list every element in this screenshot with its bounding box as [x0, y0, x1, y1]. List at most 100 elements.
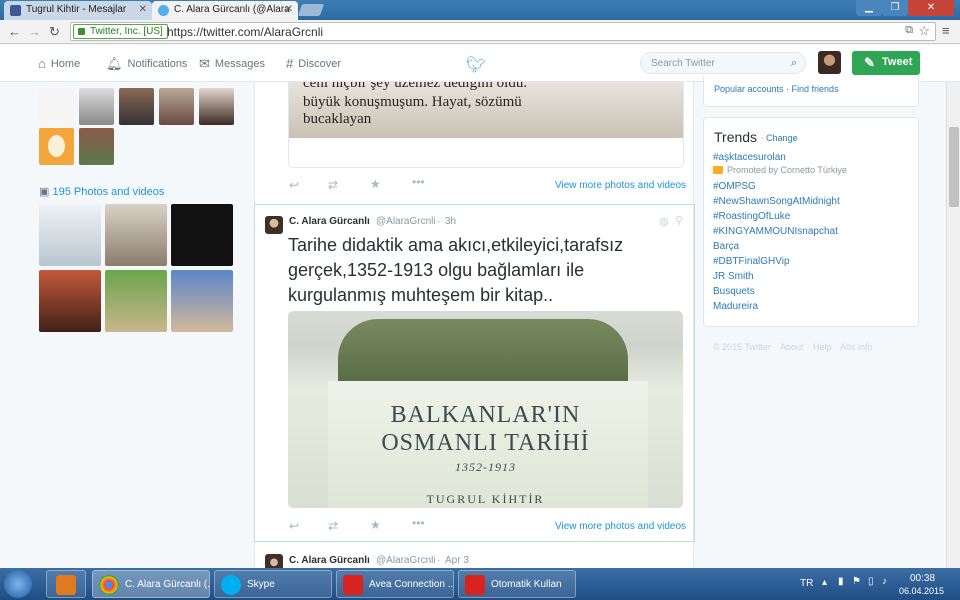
favorite-star-icon[interactable]: ★ — [370, 518, 381, 532]
search-input[interactable]: Search Twitter ⌕ — [640, 52, 806, 74]
photos-header-label: 195 Photos and videos — [52, 186, 165, 198]
footer-ads-info-link[interactable]: Ads info — [840, 342, 873, 352]
browser-toolbar: ← → ↻ Twitter, Inc. [US] https://twitter… — [0, 20, 960, 44]
language-indicator[interactable]: TR — [800, 578, 813, 589]
follower-thumbnail[interactable] — [159, 88, 194, 125]
volume-icon[interactable]: ♪ — [882, 576, 887, 587]
new-tab-button[interactable] — [297, 4, 325, 16]
address-bar[interactable]: Twitter, Inc. [US] https://twitter.com/A… — [70, 22, 936, 41]
trend-item[interactable]: #NewShawnSongAtMidnight — [713, 196, 840, 207]
clock-time[interactable]: 00:38 — [910, 573, 935, 584]
tweet-book-photo[interactable]: BALKANLAR'IN OSMANLI TARİHİ 1352-1913 TU… — [288, 311, 683, 508]
follower-thumbnail[interactable] — [199, 88, 234, 125]
trend-item[interactable]: #KINGYAMMOUNIsnapchat — [713, 226, 838, 237]
tweet-author-avatar[interactable] — [265, 216, 283, 234]
trend-item[interactable]: #DBTFinalGHVip — [713, 256, 790, 267]
footer-about-link[interactable]: About — [780, 342, 804, 352]
maximize-window-button[interactable]: ❐ — [882, 0, 908, 16]
home-icon: ⌂ — [38, 56, 46, 71]
more-options-icon[interactable]: ••• — [412, 175, 425, 189]
favorite-star-icon[interactable]: ★ — [370, 177, 381, 191]
tweet-timestamp[interactable]: 3h — [445, 216, 456, 227]
tweet-author-avatar[interactable] — [265, 554, 283, 568]
photo-thumbnail[interactable] — [171, 204, 233, 266]
battery-icon[interactable]: ▯ — [868, 576, 874, 587]
tweet-image-card[interactable]: ceni hiçbir şey üzemez dediğim oldu. büy… — [288, 82, 684, 168]
trend-item[interactable]: #RoastingOfLuke — [713, 211, 790, 222]
taskbar-item-avea[interactable]: Avea Connection ... — [336, 570, 454, 598]
tweet-button[interactable]: ✎ Tweet — [852, 51, 920, 75]
follower-thumbnail[interactable] — [39, 128, 74, 165]
nav-home-label: Home — [50, 57, 81, 70]
avea-icon — [343, 575, 363, 595]
trend-item[interactable]: Barça — [713, 241, 739, 252]
trend-item[interactable]: Busquets — [713, 286, 755, 297]
back-arrow-icon[interactable]: ← — [8, 24, 21, 39]
search-icon[interactable]: ⌕ — [791, 57, 797, 70]
skype-icon — [221, 575, 241, 595]
tweet[interactable]: C. Alara Gürcanlı @AlaraGrcnli · 3h ◍ ⚲ … — [254, 204, 695, 542]
photo-thumbnail[interactable] — [105, 204, 167, 266]
windows-taskbar: C. Alara Gürcanlı (... Skype Avea Connec… — [0, 568, 960, 600]
user-avatar[interactable] — [818, 51, 841, 74]
tweet-author-handle[interactable]: @AlaraGrcnli — [376, 216, 436, 227]
photos-videos-link[interactable]: ▣ 195 Photos and videos — [39, 185, 164, 198]
show-hidden-icons[interactable]: ▴ — [822, 577, 827, 588]
close-tab-icon[interactable]: ✕ — [285, 4, 293, 15]
tweet-author-name[interactable]: C. Alara Gürcanlı — [289, 555, 370, 566]
tweet-author-name[interactable]: C. Alara Gürcanlı — [289, 216, 370, 227]
follower-thumbnail[interactable] — [79, 88, 114, 125]
view-more-photos-link[interactable]: View more photos and videos — [555, 180, 686, 191]
nav-messages[interactable]: ✉ Messages — [199, 56, 265, 72]
tab-twitter-profile[interactable]: C. Alara Gürcanlı (@Alara ✕ — [152, 1, 298, 20]
flag-icon[interactable]: ⚑ — [852, 576, 861, 587]
taskbar-item-skype[interactable]: Skype — [214, 570, 332, 598]
minimize-window-button[interactable]: ▁ — [856, 0, 882, 16]
page-scrollbar[interactable] — [946, 82, 960, 568]
photo-thumbnail[interactable] — [171, 270, 233, 332]
close-window-button[interactable]: ✕ — [908, 0, 954, 16]
follower-thumbnail[interactable] — [79, 128, 114, 165]
photo-thumbnail[interactable] — [39, 270, 101, 332]
view-more-photos-link[interactable]: View more photos and videos — [555, 521, 686, 532]
nav-discover[interactable]: # Discover — [286, 56, 341, 71]
twitter-bird-logo-icon[interactable]: 🐦︎ — [466, 55, 486, 75]
reply-icon[interactable]: ↩ — [289, 519, 299, 533]
popular-accounts-links[interactable]: Popular accounts · Find friends — [714, 84, 839, 94]
trend-item[interactable]: JR Smith — [713, 271, 754, 282]
media-player-taskbar-button[interactable] — [46, 570, 86, 598]
forward-arrow-icon[interactable]: → — [28, 24, 41, 39]
nav-notifications[interactable]: 🔔︎ Notifications — [106, 56, 187, 72]
start-button[interactable] — [4, 570, 32, 598]
tweet-author-handle[interactable]: @AlaraGrcnli — [376, 555, 436, 566]
close-tab-icon[interactable]: ✕ — [139, 4, 147, 15]
tab-facebook-messages[interactable]: Tugrul Kihtir - Mesajlar ✕ — [4, 1, 152, 20]
network-icon[interactable]: ▮ — [838, 576, 844, 587]
trends-change-link[interactable]: Change — [766, 133, 798, 143]
more-options-icon[interactable]: ••• — [412, 516, 425, 530]
promoted-icon — [713, 166, 723, 174]
book-title-line: BALKANLAR'IN — [390, 402, 581, 428]
trend-item[interactable]: #OMPSG — [713, 181, 756, 192]
clock-date[interactable]: 06.04.2015 — [899, 586, 944, 596]
footer-help-link[interactable]: Help — [813, 342, 832, 352]
tweet-timestamp[interactable]: Apr 3 — [445, 555, 469, 566]
photo-thumbnail[interactable] — [105, 270, 167, 332]
follower-thumbnail[interactable] — [39, 88, 74, 125]
scrollbar-thumb[interactable] — [949, 127, 959, 207]
trend-item[interactable]: Madureira — [713, 301, 758, 312]
reload-icon[interactable]: ↻ — [49, 24, 60, 40]
taskbar-item-otomatik[interactable]: Otomatik Kullan — [458, 570, 576, 598]
photo-thumbnail[interactable] — [39, 204, 101, 266]
taskbar-item-chrome[interactable]: C. Alara Gürcanlı (... — [92, 570, 210, 598]
bookmark-star-icon[interactable]: ☆ — [918, 23, 930, 39]
nav-home[interactable]: ⌂ Home — [38, 56, 80, 71]
ev-certificate-badge[interactable]: Twitter, Inc. [US] — [73, 24, 168, 39]
translate-icon[interactable]: ⧉ — [905, 24, 913, 37]
retweet-icon[interactable]: ⇄ — [328, 519, 338, 533]
trend-item[interactable]: #aşktacesurolan — [713, 152, 786, 163]
chrome-menu-icon[interactable]: ≡ — [942, 23, 950, 38]
retweet-icon[interactable]: ⇄ — [328, 178, 338, 192]
reply-icon[interactable]: ↩ — [289, 178, 299, 192]
follower-thumbnail[interactable] — [119, 88, 154, 125]
